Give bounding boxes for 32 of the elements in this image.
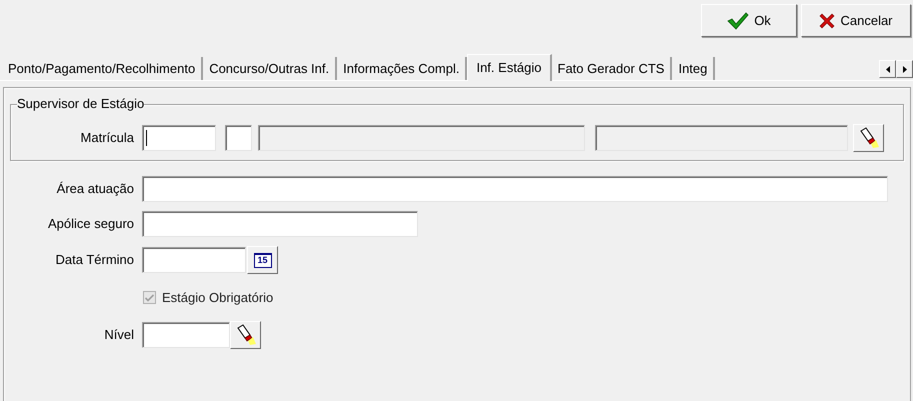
tab[interactable]: Fato Gerador CTS [552,57,672,80]
search-nivel-button[interactable] [230,320,261,348]
cancel-button[interactable]: Cancelar [801,4,911,37]
nivel-field[interactable] [142,322,230,348]
right-arrow-icon [902,66,906,72]
matricula-field[interactable] [225,124,252,150]
field-label: Nível [103,326,135,344]
tab[interactable]: Concurso/Outras Inf. [203,57,338,80]
checkmark-icon [727,12,750,30]
scroll-left-button[interactable] [879,60,896,78]
tab[interactable]: Integ [672,57,716,80]
calendar-button[interactable]: 15 [247,246,278,274]
area-field[interactable] [142,176,888,202]
checkbox-label: Estágio Obrigatório [162,289,274,307]
scroll-right-button[interactable] [896,60,913,78]
ok-button[interactable]: Ok [701,4,797,37]
field-label: Data Término [54,251,135,270]
flashlight-icon [234,324,256,346]
apolice-field[interactable] [142,211,418,237]
search-supervisor-button[interactable] [853,124,884,152]
tab[interactable]: Inf. Estágio [467,54,552,81]
left-arrow-icon [886,66,890,72]
date-field[interactable] [142,247,246,273]
checkmark-icon [145,294,154,302]
group-title: Supervisor de Estágio [17,96,144,112]
field-label: Apólice seguro [47,215,135,234]
field-label: Matrícula [80,128,135,147]
matricula-field[interactable] [142,124,216,150]
tab[interactable]: Ponto/Pagamento/Recolhimento [2,57,204,80]
flashlight-icon [858,126,880,148]
x-mark-icon [819,12,836,28]
field-label: Área atuação [56,180,135,198]
